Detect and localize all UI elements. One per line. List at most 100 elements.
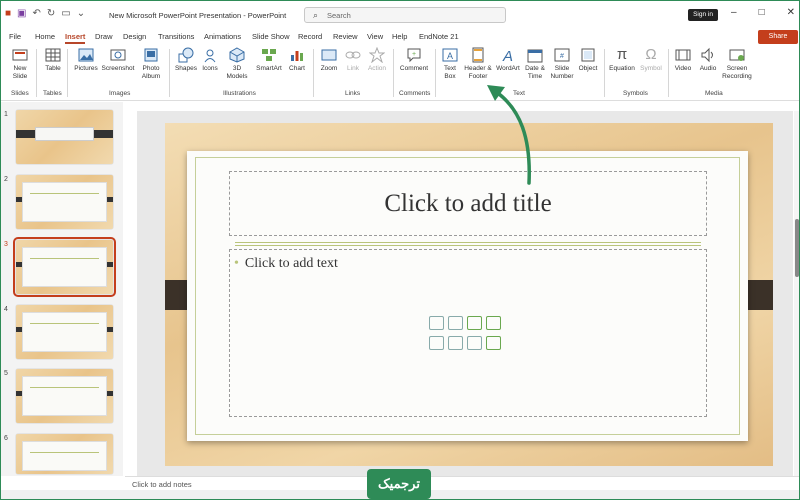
thumbnail-band-right <box>107 197 113 202</box>
title-placeholder[interactable]: Click to add title <box>229 171 707 236</box>
header-footer-button[interactable]: Header & Footer <box>463 47 493 81</box>
shapes-label: Shapes <box>174 65 198 72</box>
object-button[interactable]: Object <box>576 47 600 73</box>
sign-in-button[interactable]: Sign in <box>688 9 718 21</box>
tab-animations[interactable]: Animations <box>204 32 241 41</box>
screenshot-label: Screenshot <box>101 65 135 72</box>
thumbnail-number: 1 <box>4 111 8 118</box>
icons-label: Icons <box>202 65 218 72</box>
symbol-label: Symbol <box>640 65 662 72</box>
thumbnail-band <box>16 127 113 141</box>
tab-design[interactable]: Design <box>123 32 146 41</box>
search-box[interactable]: ⌕ Search <box>304 7 506 23</box>
tab-help[interactable]: Help <box>392 32 407 41</box>
smartart-button[interactable]: SmartArt <box>253 47 285 73</box>
screen-recording-button[interactable]: Screen Recording <box>720 47 754 81</box>
insert-chart-icon[interactable] <box>486 316 501 330</box>
slide-thumbnail-5[interactable] <box>16 369 113 423</box>
symbol-button[interactable]: Ω Symbol <box>638 47 664 73</box>
text-box-button[interactable]: A Text Box <box>439 47 461 81</box>
tab-transitions[interactable]: Transitions <box>158 32 194 41</box>
tab-slide-show[interactable]: Slide Show <box>252 32 290 41</box>
new-slide-icon <box>12 47 28 63</box>
thumbnail-band-left <box>16 391 22 396</box>
svg-text:+: + <box>412 51 416 58</box>
insert-smartart-icon[interactable] <box>467 316 482 330</box>
comment-button[interactable]: + Comment <box>397 47 431 73</box>
redo-icon[interactable]: ↻ <box>47 8 55 19</box>
smartart-icon <box>261 47 277 63</box>
video-button[interactable]: Video <box>671 47 695 73</box>
audio-button[interactable]: Audio <box>696 47 720 73</box>
object-icon <box>580 47 596 63</box>
table-button[interactable]: Table <box>41 47 65 73</box>
svg-text:A: A <box>502 48 513 63</box>
minimize-button[interactable]: – <box>731 7 737 18</box>
insert-3d-model-icon[interactable] <box>429 336 444 350</box>
slide-number-label: Slide Number <box>550 65 574 80</box>
close-button[interactable]: ✕ <box>787 7 795 18</box>
tab-insert[interactable]: Insert <box>65 32 86 44</box>
insert-table-icon[interactable] <box>467 336 482 350</box>
slide-thumbnail-2[interactable] <box>16 175 113 229</box>
svg-text:#: # <box>560 53 564 60</box>
undo-icon[interactable]: ↶ <box>33 8 41 19</box>
chart-button[interactable]: Chart <box>285 47 309 73</box>
customize-icon[interactable]: ⌄ <box>77 8 85 19</box>
zoom-label: Zoom <box>320 65 338 72</box>
tab-endnote[interactable]: EndNote 21 <box>419 32 459 41</box>
insert-video-icon[interactable] <box>448 336 463 350</box>
icons-button[interactable]: Icons <box>199 47 221 73</box>
link-button[interactable]: Link <box>342 47 364 73</box>
3d-models-button[interactable]: 3D Models <box>223 47 251 81</box>
notes-pane[interactable]: Click to add notes <box>125 476 799 490</box>
tab-file[interactable]: File <box>9 32 21 41</box>
pictures-button[interactable]: Pictures <box>71 47 101 73</box>
wordart-icon: A <box>500 47 516 63</box>
tab-draw[interactable]: Draw <box>95 32 113 41</box>
thumbnail-band-left <box>16 327 22 332</box>
shapes-button[interactable]: Shapes <box>173 47 199 73</box>
thumbnail-band-right <box>107 391 113 396</box>
group-label-tables: Tables <box>43 90 62 97</box>
screenshot-button[interactable]: Screenshot <box>101 47 135 73</box>
slide-thumbnail-4[interactable] <box>16 305 113 359</box>
vertical-scrollbar[interactable] <box>794 111 799 476</box>
photo-album-button[interactable]: Photo Album <box>137 47 165 81</box>
zoom-icon <box>321 47 337 63</box>
maximize-button[interactable]: □ <box>759 7 765 18</box>
insert-icon-icon[interactable] <box>486 336 501 350</box>
zoom-button[interactable]: Zoom <box>317 47 341 73</box>
screen-recording-icon <box>729 47 745 63</box>
save-icon[interactable]: ▣ <box>17 8 26 19</box>
thumbnail-number: 6 <box>4 435 8 442</box>
tab-view[interactable]: View <box>367 32 383 41</box>
tab-record[interactable]: Record <box>298 32 322 41</box>
tab-review[interactable]: Review <box>333 32 358 41</box>
content-placeholder[interactable]: • Click to add text <box>229 249 707 417</box>
thumbnail-line <box>30 323 99 324</box>
current-slide[interactable]: Click to add title • Click to add text <box>165 123 773 466</box>
thumbnail-line <box>30 193 99 194</box>
slide-thumbnail-1[interactable] <box>16 110 113 164</box>
share-button[interactable]: Share <box>758 30 798 44</box>
slide-thumbnails-panel[interactable]: 1 2 3 4 5 6 <box>1 102 123 476</box>
thumbnail-number: 4 <box>4 306 8 313</box>
action-button[interactable]: Action <box>365 47 389 73</box>
scrollbar-thumb[interactable] <box>795 219 799 277</box>
wordart-button[interactable]: A WordArt <box>495 47 521 73</box>
new-slide-button[interactable]: New Slide <box>7 47 33 81</box>
slide-thumbnail-6[interactable] <box>16 434 113 474</box>
date-time-button[interactable]: Date & Time <box>523 47 547 81</box>
slide-number-button[interactable]: # Slide Number <box>548 47 576 81</box>
content-insert-icons <box>429 316 501 354</box>
tab-home[interactable]: Home <box>35 32 55 41</box>
slide-thumbnail-3[interactable] <box>13 237 116 297</box>
present-icon[interactable]: ▭ <box>61 8 70 19</box>
insert-picture-icon[interactable] <box>429 316 444 330</box>
equation-button[interactable]: π Equation <box>607 47 637 73</box>
insert-online-picture-icon[interactable] <box>448 316 463 330</box>
slide-paper: Click to add title • Click to add text <box>187 151 748 441</box>
chart-label: Chart <box>289 65 305 72</box>
header-footer-icon <box>470 47 486 63</box>
